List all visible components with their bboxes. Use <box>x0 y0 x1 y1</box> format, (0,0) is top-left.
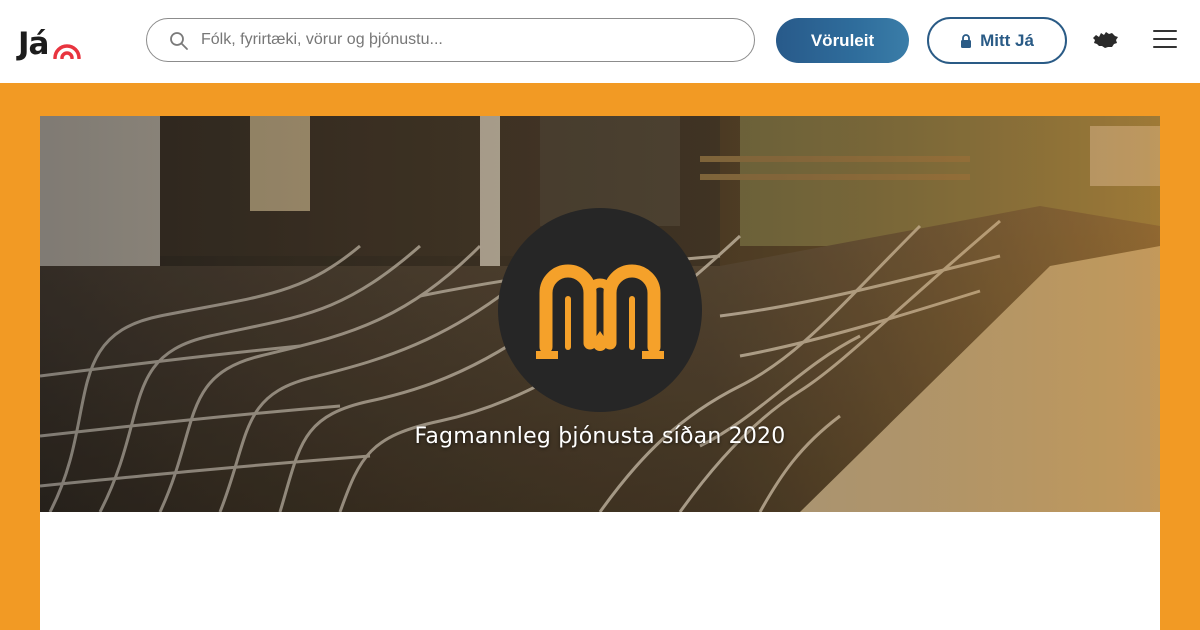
menu-line <box>1153 46 1177 48</box>
mitt-ja-button[interactable]: Mitt Já <box>927 17 1067 64</box>
search-bar <box>146 18 755 62</box>
menu-icon[interactable] <box>1153 30 1177 50</box>
top-header: Já Vöruleit Mitt Já <box>0 0 1200 83</box>
ja-logo[interactable]: Já <box>18 20 82 60</box>
menu-line <box>1153 38 1177 40</box>
iceland-icon[interactable] <box>1091 29 1119 51</box>
menu-line <box>1153 30 1177 32</box>
mitt-ja-label: Mitt Já <box>980 30 1034 50</box>
voruleit-button[interactable]: Vöruleit <box>776 18 909 63</box>
brand-logo <box>498 208 702 412</box>
ja-signal-icon <box>53 44 82 59</box>
plumbing-pipe-icon <box>536 264 664 359</box>
lock-icon <box>961 33 972 48</box>
logo-text: Já <box>18 26 49 62</box>
search-input[interactable] <box>201 19 731 61</box>
search-icon <box>170 32 188 50</box>
cover-tagline: Fagmannleg þjónusta síðan 2020 <box>414 424 786 449</box>
cover-card: Fagmannleg þjónusta síðan 2020 <box>40 116 1160 630</box>
cover-image: Fagmannleg þjónusta síðan 2020 <box>40 116 1160 512</box>
